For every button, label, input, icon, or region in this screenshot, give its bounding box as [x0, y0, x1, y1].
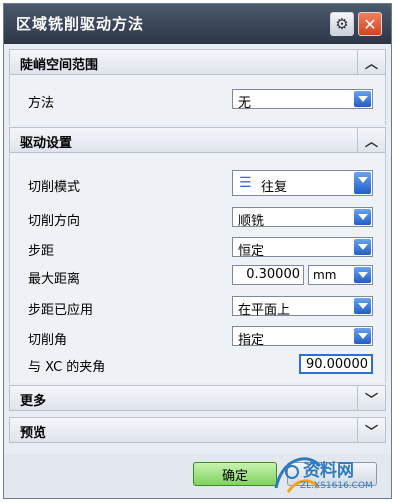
cut-pattern-label: 切削模式: [28, 180, 81, 195]
chevron-down-icon: [354, 298, 371, 314]
unit-value: mm: [313, 268, 337, 282]
cut-angle-label: 切削角: [28, 333, 68, 348]
chevron-down-icon[interactable]: ﹀: [357, 385, 385, 411]
chevron-up-icon[interactable]: ︿: [357, 127, 385, 153]
stepover-value: 恒定: [238, 244, 265, 259]
cut-angle-dropdown[interactable]: 指定: [232, 326, 373, 348]
chevron-down-icon: [354, 239, 371, 255]
close-icon: ✕: [363, 14, 377, 34]
xc-angle-input[interactable]: 90.00000: [299, 354, 373, 374]
max-distance-label: 最大距离: [28, 272, 81, 287]
cut-angle-value: 指定: [238, 333, 265, 348]
watermark-url: ZL.XS1616.COM: [300, 481, 373, 491]
close-button[interactable]: ✕: [358, 12, 382, 36]
stepover-applied-dropdown[interactable]: 在平面上: [232, 296, 373, 318]
cut-pattern-dropdown[interactable]: ☰ 往复: [232, 170, 373, 196]
cut-direction-dropdown[interactable]: 顺铣: [232, 207, 373, 229]
dialog-title: 区域铣削驱动方法: [16, 15, 145, 33]
steep-group: 方法 无: [9, 75, 386, 125]
cut-pattern-value: 往复: [261, 180, 288, 195]
chevron-down-icon[interactable]: ﹀: [357, 417, 385, 443]
gear-icon: ⚙: [335, 15, 349, 33]
stepover-label: 步距: [28, 244, 55, 259]
watermark-text: 资料网: [303, 461, 354, 481]
chevron-up-icon[interactable]: ︿: [357, 49, 385, 75]
stepover-applied-label: 步距已应用: [28, 303, 94, 318]
settings-button[interactable]: ⚙: [330, 12, 354, 36]
cut-direction-label: 切削方向: [28, 214, 81, 229]
section-header-drive[interactable]: 驱动设置 ︿: [9, 127, 386, 153]
method-dropdown[interactable]: 无: [232, 89, 373, 111]
chevron-down-icon: [354, 172, 371, 194]
method-value: 无: [238, 96, 252, 111]
section-label-drive: 驱动设置: [20, 136, 73, 151]
section-label-preview: 预览: [20, 426, 47, 441]
section-header-steep[interactable]: 陡峭空间范围 ︿: [9, 49, 386, 75]
section-header-preview[interactable]: 预览 ﹀: [9, 417, 386, 443]
xc-angle-label: 与 XC 的夹角: [28, 360, 106, 375]
chevron-down-icon: [354, 328, 371, 344]
chevron-down-icon: [354, 91, 371, 107]
section-label-steep: 陡峭空间范围: [20, 58, 99, 73]
method-label: 方法: [28, 96, 55, 111]
zigzag-pattern-icon: ☰: [239, 175, 252, 191]
cut-direction-value: 顺铣: [238, 214, 265, 229]
ok-button[interactable]: 确定: [193, 462, 277, 486]
section-header-more[interactable]: 更多 ﹀: [9, 385, 386, 411]
chevron-down-icon: [354, 267, 371, 283]
section-label-more: 更多: [20, 394, 47, 409]
max-distance-input[interactable]: 0.30000: [232, 265, 304, 285]
dialog-window: 区域铣削驱动方法 ⚙ ✕ 陡峭空间范围 ︿ 方法 无 驱动设置 ︿ 切削模式 ☰…: [3, 3, 392, 499]
title-bar: 区域铣削驱动方法 ⚙ ✕: [4, 4, 391, 44]
unit-dropdown[interactable]: mm: [308, 265, 373, 285]
stepover-dropdown[interactable]: 恒定: [232, 237, 373, 259]
chevron-down-icon: [354, 209, 371, 225]
drive-group: 切削模式 ☰ 往复 切削方向 顺铣 步距 恒定 最大距离 0.30000 mm …: [9, 153, 386, 383]
stepover-applied-value: 在平面上: [238, 303, 291, 318]
